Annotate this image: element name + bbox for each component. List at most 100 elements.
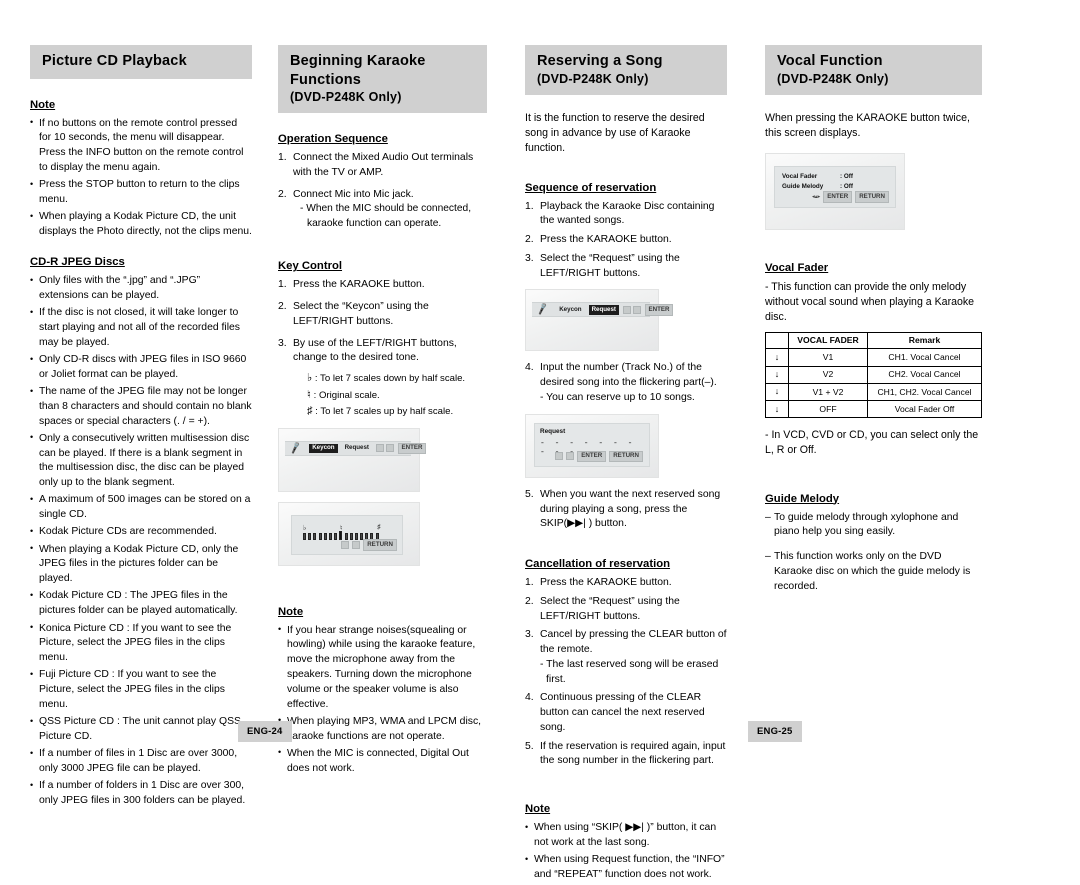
list-item: If a number of files in 1 Disc are over … bbox=[30, 747, 252, 777]
osd-item-keycon: Keycon bbox=[309, 443, 338, 453]
guide-melody-list: To guide melody through xylophone and pi… bbox=[765, 511, 982, 595]
down-arrow-icon: ↓ bbox=[765, 365, 789, 384]
cell-remark: CH1, CH2. Vocal Cancel bbox=[867, 382, 982, 402]
sharp-icon: ♯ bbox=[307, 405, 313, 418]
sequence-of-reservation-steps: Playback the Karaoke Disc containing the… bbox=[525, 200, 727, 282]
osd-image-vocal-function: Vocal Fader : Off Guide Melody : Off ◂▴▸… bbox=[765, 152, 905, 230]
column-header-remark: Remark bbox=[867, 331, 982, 350]
cell-value: V1 + V2 bbox=[788, 382, 868, 402]
banner-title: Reserving a Song bbox=[537, 53, 663, 69]
osd-image-keycon-menu: 🎤 Keycon Request ENTER bbox=[278, 427, 427, 492]
banner-title: Picture CD Playback bbox=[42, 53, 187, 69]
list-item: The name of the JPEG file may not be lon… bbox=[30, 385, 252, 429]
note-heading-karaoke: Note bbox=[278, 605, 304, 618]
list-item: Connect Mic into Mic jack. - When the MI… bbox=[278, 188, 487, 232]
osd-return-button: RETURN bbox=[363, 539, 397, 551]
left-arrow-icon bbox=[341, 541, 350, 550]
guide-melody-heading: Guide Melody bbox=[765, 492, 840, 505]
step-text: Input the number (Track No.) of the desi… bbox=[540, 362, 717, 389]
down-arrow-icon: ↓ bbox=[765, 348, 789, 367]
list-item: Kodak Picture CDs are recommended. bbox=[30, 525, 252, 540]
cdr-jpeg-list: Only files with the “.jpg” and “.JPG” ex… bbox=[30, 274, 252, 809]
list-item: ♯ : To let 7 scales up by half scale. bbox=[307, 403, 487, 420]
table-row: ↓ OFF Vocal Fader Off bbox=[765, 400, 982, 419]
step-subnote: - You can reserve up to 10 songs. bbox=[540, 392, 695, 403]
list-item: Playback the Karaoke Disc containing the… bbox=[525, 200, 715, 227]
cell-value: OFF bbox=[788, 400, 868, 419]
osd-vocal-fader-row: Vocal Fader : Off bbox=[782, 172, 888, 182]
cell-remark: Vocal Fader Off bbox=[867, 400, 982, 419]
mic-icon: 🎤 bbox=[535, 302, 550, 317]
list-item: If no buttons on the remote control pres… bbox=[30, 116, 252, 176]
list-item: Continuous pressing of the CLEAR button … bbox=[525, 691, 705, 733]
list-item: If the disc is not closed, it will take … bbox=[30, 306, 252, 350]
osd-image-request-menu: 🎤 Keycon Request ENTER bbox=[525, 289, 674, 352]
column-vocal-function: Vocal Function (DVD-P248K Only) When pre… bbox=[745, 45, 1000, 885]
list-item: When you want the next reserved song dur… bbox=[525, 488, 721, 530]
cell-remark: CH2. Vocal Cancel bbox=[867, 365, 982, 384]
step-subnote: - When the MIC should be connected, kara… bbox=[300, 203, 472, 229]
list-item: Fuji Picture CD : If you want to see the… bbox=[30, 668, 252, 712]
list-item: Select the “Keycon” using the LEFT/RIGHT… bbox=[278, 300, 429, 327]
note-list-reserving: When using “SKIP( ▶▶| )” button, it can … bbox=[525, 821, 727, 883]
right-arrow-icon bbox=[352, 541, 361, 550]
list-item: Select the “Request” using the LEFT/RIGH… bbox=[525, 595, 680, 622]
mic-icon: 🎤 bbox=[288, 441, 303, 455]
list-item: Only files with the “.jpg” and “.JPG” ex… bbox=[30, 274, 252, 304]
list-item: Press the KARAOKE button. bbox=[525, 233, 672, 248]
step-text: By use of the LEFT/RIGHT buttons, change… bbox=[293, 337, 457, 364]
vocal-fader-table: VOCAL FADER Remark ↓ V1 CH1. Vocal Cance… bbox=[765, 331, 982, 419]
natural-icon: ♮ bbox=[340, 524, 343, 532]
right-arrow-icon bbox=[632, 305, 641, 314]
list-item: ♭ : To let 7 scales down by half scale. bbox=[307, 370, 487, 387]
list-item: When playing a Kodak Picture CD, the uni… bbox=[30, 210, 252, 240]
flat-icon: ♭ bbox=[303, 524, 307, 532]
list-item: When using “SKIP( ▶▶| )” button, it can … bbox=[525, 821, 727, 851]
list-item: When playing MP3, WMA and LPCM disc, kar… bbox=[278, 714, 487, 745]
vocal-fader-note: - In VCD, CVD or CD, you can select only… bbox=[765, 429, 979, 457]
list-item: This function works only on the DVD Kara… bbox=[765, 550, 982, 594]
note-heading-picture-cd: Note bbox=[30, 98, 56, 111]
right-arrow-icon bbox=[385, 444, 394, 453]
column-picture-cd-playback: Picture CD Playback Note If no buttons o… bbox=[30, 45, 270, 885]
list-item: To guide melody through xylophone and pi… bbox=[765, 511, 982, 541]
list-item: A maximum of 500 images can be stored on… bbox=[30, 493, 252, 523]
osd-request-buttons: ENTER RETURN bbox=[555, 450, 643, 462]
list-item: Input the number (Track No.) of the desi… bbox=[525, 361, 727, 405]
columns-container: Picture CD Playback Note If no buttons o… bbox=[0, 0, 1080, 885]
scale-tick bbox=[334, 532, 338, 540]
step-text: Connect Mic into Mic jack. bbox=[293, 188, 414, 200]
list-item: Connect the Mixed Audio Out terminals wi… bbox=[278, 151, 474, 178]
left-arrow-icon bbox=[623, 305, 631, 314]
vocal-fader-description: - This function can provide the only mel… bbox=[765, 280, 975, 323]
osd-return-button: RETURN bbox=[609, 450, 643, 462]
list-item: If a number of folders in 1 Disc are ove… bbox=[30, 779, 252, 809]
section-banner-karaoke: Beginning Karaoke Functions (DVD-P248K O… bbox=[278, 45, 487, 114]
osd-enter-button: ENTER bbox=[577, 450, 607, 462]
column-header-arrow bbox=[765, 331, 789, 350]
sequence-of-reservation-heading: Sequence of reservation bbox=[525, 181, 657, 194]
list-item: Kodak Picture CD : The JPEG files in the… bbox=[30, 589, 252, 619]
osd-enter-button: ENTER bbox=[644, 304, 674, 316]
arrow-buttons-icon bbox=[623, 305, 641, 314]
osd-return-button: RETURN bbox=[855, 191, 889, 203]
list-item: Press the KARAOKE button. bbox=[278, 278, 425, 293]
banner-subtitle: (DVD-P248K Only) bbox=[537, 71, 649, 86]
table-row: ↓ V2 CH2. Vocal Cancel bbox=[765, 365, 982, 384]
list-item: When using Request function, the “INFO” … bbox=[525, 853, 727, 883]
scale-tick bbox=[323, 532, 327, 540]
scale-tick bbox=[313, 532, 317, 540]
scale-symbol-list: ♭ : To let 7 scales down by half scale. … bbox=[293, 370, 487, 420]
list-item: Press the STOP button to return to the c… bbox=[30, 178, 252, 208]
osd-vocal-buttons: ◂▴▸ ENTER RETURN bbox=[812, 191, 889, 203]
banner-subtitle: (DVD-P248K Only) bbox=[290, 90, 402, 105]
osd-item-keycon: Keycon bbox=[559, 305, 582, 313]
list-item: Only a consecutively written multisessio… bbox=[30, 431, 252, 491]
list-item: Only CD-R discs with JPEG files in ISO 9… bbox=[30, 353, 252, 383]
scale-tick bbox=[328, 532, 332, 540]
column-beginning-karaoke-functions: Beginning Karaoke Functions (DVD-P248K O… bbox=[270, 45, 505, 885]
table-row: ↓ V1 + V2 CH1, CH2. Vocal Cancel bbox=[765, 382, 982, 402]
cell-remark: CH1. Vocal Cancel bbox=[867, 348, 982, 367]
osd-request-panel: Request - - - - - - - - - - ENTER RETURN bbox=[534, 422, 650, 467]
note-heading-reserving: Note bbox=[525, 803, 551, 816]
